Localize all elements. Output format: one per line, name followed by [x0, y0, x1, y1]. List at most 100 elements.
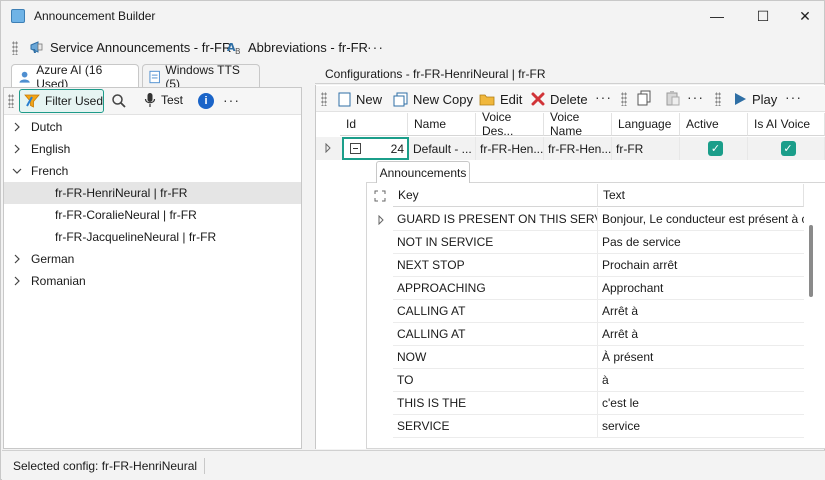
new-button[interactable]: New — [338, 89, 382, 109]
key-cell[interactable]: NOT IN SERVICE — [393, 231, 598, 253]
test-button[interactable]: Test — [144, 92, 183, 108]
key-cell[interactable]: GUARD IS PRESENT ON THIS SERVICE — [393, 208, 598, 230]
tree-item-jacqueline-neural[interactable]: fr-FR-JacquelineNeural | fr-FR — [4, 226, 301, 248]
text-cell[interactable]: À présent — [598, 346, 804, 368]
column-header-id[interactable]: Id — [340, 113, 408, 136]
search-button[interactable] — [111, 93, 127, 112]
announcement-row[interactable]: CALLING AT Arrêt à — [393, 323, 804, 346]
new-copy-button[interactable]: New Copy — [393, 89, 473, 109]
collapse-icon[interactable] — [350, 143, 361, 154]
voices-toolbar-more-button[interactable]: ··· — [223, 92, 240, 108]
toolbar-grip-icon[interactable] — [715, 92, 721, 106]
tree-item-german[interactable]: German — [4, 248, 301, 270]
play-label: Play — [752, 91, 778, 107]
language-cell[interactable]: fr-FR — [612, 137, 680, 160]
close-button[interactable]: ✕ — [782, 1, 825, 31]
edit-button[interactable]: Edit — [479, 89, 522, 109]
delete-button[interactable]: Delete — [531, 89, 588, 109]
announcement-row[interactable]: THIS IS THE c'est le — [393, 392, 804, 415]
text-cell[interactable]: c'est le — [598, 392, 804, 414]
voice-name-cell[interactable]: fr-FR-Hen... — [544, 137, 612, 160]
text-cell[interactable]: service — [598, 415, 804, 437]
text-cell[interactable]: Arrêt à — [598, 323, 804, 345]
chevron-right-icon[interactable] — [12, 254, 22, 264]
doc-tab-abbreviations[interactable]: AB Abbreviations - fr-FR — [227, 37, 368, 57]
maximize-button[interactable]: ☐ — [740, 1, 786, 31]
announcement-row[interactable]: NOT IN SERVICE Pas de service — [393, 231, 804, 254]
column-header-is-ai-voice[interactable]: Is AI Voice — [748, 113, 825, 136]
edit-label: Edit — [500, 91, 523, 107]
announcement-row[interactable]: GUARD IS PRESENT ON THIS SERVICEBonjour,… — [393, 208, 804, 231]
announcement-row[interactable]: SERVICE service — [393, 415, 804, 438]
is-ai-voice-checkbox[interactable]: ✓ — [780, 141, 796, 156]
key-cell[interactable]: NOW — [393, 346, 598, 368]
is-ai-voice-cell[interactable]: ✓ — [748, 137, 825, 160]
tree-item-henri-neural[interactable]: fr-FR-HenriNeural | fr-FR — [4, 182, 301, 204]
chevron-down-icon[interactable] — [12, 166, 22, 176]
column-header-voice-description[interactable]: Voice Des... — [476, 110, 544, 138]
column-header-active[interactable]: Active — [680, 113, 748, 136]
column-header-key[interactable]: Key — [393, 184, 598, 207]
text-cell[interactable]: Bonjour, Le conducteur est présent à c..… — [598, 208, 804, 230]
tree-item-french[interactable]: French — [4, 160, 301, 182]
active-checkbox[interactable]: ✓ — [708, 141, 723, 156]
filter-used-button[interactable]: Filter Used — [19, 89, 104, 113]
key-cell[interactable]: THIS IS THE — [393, 392, 598, 414]
announcement-row[interactable]: APPROACHING Approchant — [393, 277, 804, 300]
column-header-voice-name[interactable]: Voice Name — [544, 110, 612, 138]
active-cell[interactable]: ✓ — [680, 137, 748, 160]
column-header-text[interactable]: Text — [598, 184, 804, 207]
paste-icon — [666, 91, 680, 106]
doc-tab-service-announcements[interactable]: Service Announcements - fr-FR — [29, 37, 231, 57]
tab-azure-ai[interactable]: Azure AI (16 Used) — [11, 63, 139, 91]
duplicate-button[interactable] — [636, 90, 652, 109]
text-cell[interactable]: Arrêt à — [598, 300, 804, 322]
text-cell[interactable]: Pas de service — [598, 231, 804, 253]
toolbar-grip-icon[interactable] — [8, 94, 14, 108]
announcement-row[interactable]: CALLING AT Arrêt à — [393, 300, 804, 323]
key-cell[interactable]: CALLING AT — [393, 323, 598, 345]
text-cell[interactable]: Prochain arrêt — [598, 254, 804, 276]
key-cell[interactable]: CALLING AT — [393, 300, 598, 322]
tree-item-dutch[interactable]: Dutch — [4, 116, 301, 138]
delete-icon — [531, 92, 545, 106]
tree-item-romanian[interactable]: Romanian — [4, 270, 301, 292]
column-header-name[interactable]: Name — [408, 113, 476, 136]
paste-button[interactable] — [665, 90, 681, 109]
key-cell[interactable]: APPROACHING — [393, 277, 598, 299]
clipboard-toolbar-more-button[interactable]: ··· — [687, 89, 704, 105]
tree-item-coralie-neural[interactable]: fr-FR-CoralieNeural | fr-FR — [4, 204, 301, 226]
announcement-row[interactable]: NOW À présent — [393, 346, 804, 369]
tree-item-label: Dutch — [31, 120, 63, 134]
text-cell[interactable]: Approchant — [598, 277, 804, 299]
voice-description-cell[interactable]: fr-FR-Hen... — [476, 137, 544, 160]
drag-grip-icon[interactable] — [12, 41, 18, 55]
announcement-row[interactable]: TO à — [393, 369, 804, 392]
text-cell[interactable]: à — [598, 369, 804, 391]
play-toolbar-more-button[interactable]: ··· — [785, 89, 802, 105]
column-header-language[interactable]: Language — [612, 113, 680, 136]
toolbar-grip-icon[interactable] — [621, 92, 627, 106]
tab-announcements[interactable]: Announcements — [376, 161, 470, 183]
key-cell[interactable]: TO — [393, 369, 598, 391]
tree-item-english[interactable]: English — [4, 138, 301, 160]
doc-tabs-more-button[interactable]: ··· — [367, 39, 384, 55]
minimize-button[interactable]: — — [694, 1, 740, 31]
toolbar-grip-icon[interactable] — [321, 92, 327, 106]
new-copy-label: New Copy — [413, 91, 473, 107]
chevron-right-icon[interactable] — [12, 276, 22, 286]
app-icon — [11, 9, 25, 23]
play-button[interactable]: Play — [733, 89, 777, 109]
announcements-scrollbar[interactable] — [809, 225, 813, 297]
tab-windows-tts[interactable]: Windows TTS (5) — [142, 63, 260, 91]
chevron-right-icon[interactable] — [12, 144, 22, 154]
name-cell[interactable]: Default - ... — [409, 137, 476, 160]
announcement-row[interactable]: NEXT STOP Prochain arrêt — [393, 254, 804, 277]
key-cell[interactable]: NEXT STOP — [393, 254, 598, 276]
expand-columns-icon[interactable] — [374, 190, 386, 202]
id-cell[interactable]: 24 — [342, 137, 409, 160]
chevron-right-icon[interactable] — [12, 122, 22, 132]
info-icon[interactable]: i — [198, 93, 214, 109]
key-cell[interactable]: SERVICE — [393, 415, 598, 437]
config-toolbar-more-button[interactable]: ··· — [595, 89, 612, 105]
